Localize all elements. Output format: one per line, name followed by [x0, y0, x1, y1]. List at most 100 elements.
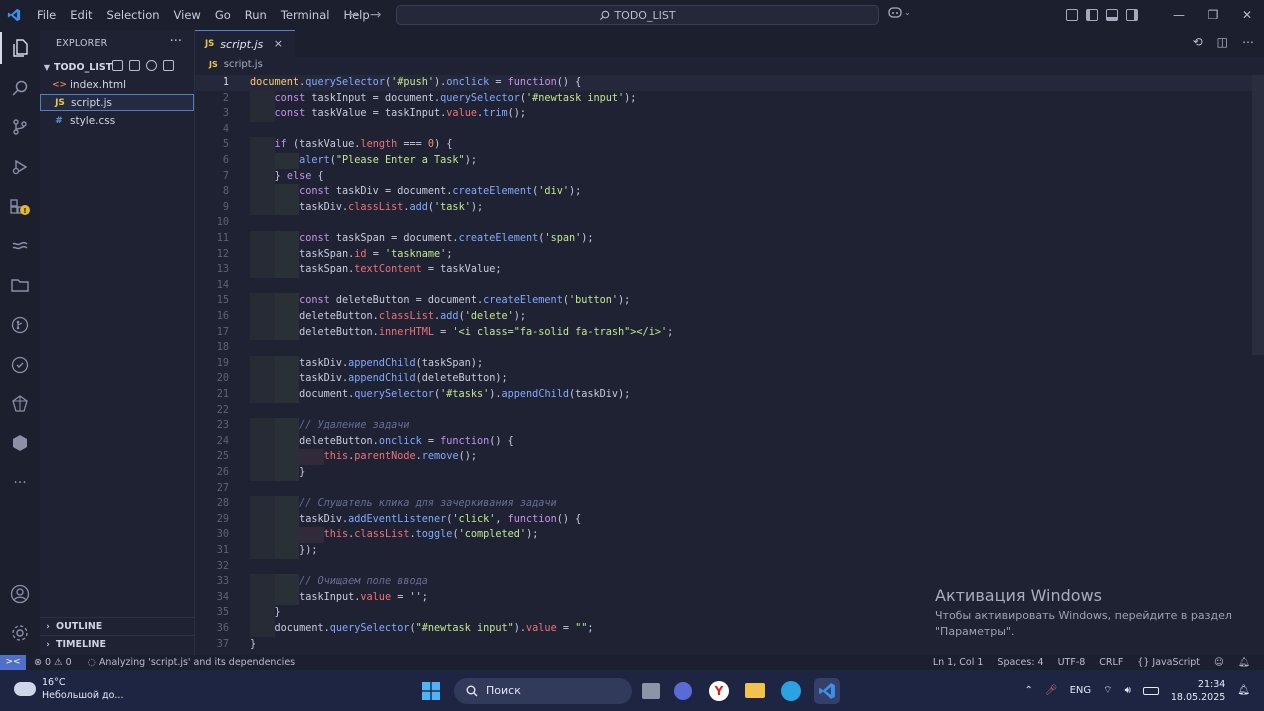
- code-line[interactable]: 9 taskDiv.classList.add('task');: [195, 199, 1264, 216]
- breadcrumb[interactable]: JS script.js: [209, 59, 263, 70]
- telegram-icon[interactable]: [778, 678, 804, 704]
- split-editor-icon[interactable]: ◫: [1217, 35, 1228, 49]
- code-line[interactable]: 15 const deleteButton = document.createE…: [195, 293, 1264, 309]
- workspace-folder[interactable]: ▼ TODO_LIST: [40, 58, 195, 76]
- code-line[interactable]: 4: [195, 122, 1264, 138]
- problems-count[interactable]: ⊗ 0 ⚠ 0: [34, 655, 72, 670]
- code-line[interactable]: 13 taskSpan.textContent = taskValue;: [195, 262, 1264, 278]
- microphone-icon[interactable]: 🎤︎: [1045, 685, 1058, 696]
- close-icon[interactable]: ✕: [1230, 8, 1264, 22]
- code-editor[interactable]: 1 document.querySelector('#push').onclick…: [195, 75, 1264, 655]
- more-icon[interactable]: ···: [0, 467, 40, 499]
- code-line[interactable]: 17 deleteButton.innerHTML = '<i class="f…: [195, 324, 1264, 341]
- remote-waves-icon[interactable]: [0, 230, 40, 262]
- code-line[interactable]: 2 const taskInput = document.querySelect…: [195, 90, 1264, 107]
- taskbar-search[interactable]: Поиск: [454, 677, 632, 704]
- toggle-panel-icon[interactable]: [1106, 9, 1118, 21]
- search-icon[interactable]: [0, 72, 40, 104]
- tab-script-js[interactable]: JS script.js ×: [195, 30, 295, 57]
- explorer-icon[interactable]: [0, 32, 40, 64]
- new-file-icon[interactable]: [112, 60, 123, 71]
- customize-layout-icon[interactable]: [1066, 9, 1078, 21]
- code-line[interactable]: 29 taskDiv.addEventListener('click', fun…: [195, 511, 1264, 528]
- menu-file[interactable]: File: [30, 0, 63, 30]
- menu-view[interactable]: View: [167, 0, 208, 30]
- menu-run[interactable]: Run: [238, 0, 274, 30]
- run-debug-icon[interactable]: [0, 151, 40, 183]
- task-view-icon[interactable]: [642, 682, 660, 699]
- copilot-icon[interactable]: ⌄: [888, 6, 911, 18]
- settings-gear-icon[interactable]: [0, 617, 40, 649]
- code-line[interactable]: 24 deleteButton.onclick = function() {: [195, 433, 1264, 450]
- code-line[interactable]: 16 deleteButton.classList.add('delete');: [195, 309, 1264, 325]
- code-line[interactable]: 12 taskSpan.id = 'taskname';: [195, 246, 1264, 263]
- code-line[interactable]: 19 taskDiv.appendChild(taskSpan);: [195, 355, 1264, 372]
- timeline-section[interactable]: › TIMELINE: [40, 635, 195, 653]
- file-explorer-icon[interactable]: [742, 678, 768, 704]
- volume-icon[interactable]: 🔊︎: [1125, 685, 1131, 696]
- forward-arrow-icon[interactable]: →: [370, 7, 382, 23]
- source-control-icon[interactable]: [0, 111, 40, 143]
- copilot-status-icon[interactable]: ☺: [1214, 655, 1224, 670]
- explorer-more-actions-icon[interactable]: ···: [170, 34, 182, 49]
- code-line[interactable]: 26 }: [195, 465, 1264, 481]
- file-index-html[interactable]: <> index.html: [40, 76, 195, 93]
- menu-go[interactable]: Go: [208, 0, 238, 30]
- code-line[interactable]: 30 this.classList.toggle('completed');: [195, 527, 1264, 543]
- code-line[interactable]: 6 alert("Please Enter a Task");: [195, 153, 1264, 169]
- restore-icon[interactable]: ❐: [1196, 8, 1230, 22]
- back-arrow-icon[interactable]: ←: [348, 7, 360, 23]
- wifi-icon[interactable]: ⌔: [1103, 684, 1112, 697]
- code-line[interactable]: 27: [195, 481, 1264, 497]
- toggle-primary-sidebar-icon[interactable]: [1086, 9, 1098, 21]
- code-line[interactable]: 31 });: [195, 543, 1264, 559]
- code-line[interactable]: 14: [195, 278, 1264, 294]
- code-line[interactable]: 23 // Удаление задачи: [195, 418, 1264, 434]
- windows-start-icon[interactable]: [418, 678, 444, 704]
- menu-edit[interactable]: Edit: [63, 0, 99, 30]
- minimize-icon[interactable]: —: [1162, 8, 1196, 22]
- code-line[interactable]: 10: [195, 215, 1264, 231]
- code-line[interactable]: 8 const taskDiv = document.createElement…: [195, 184, 1264, 200]
- yandex-browser-icon[interactable]: Y: [706, 678, 732, 704]
- command-center-search[interactable]: TODO_LIST: [396, 5, 879, 25]
- close-tab-icon[interactable]: ×: [274, 37, 283, 50]
- new-folder-icon[interactable]: [129, 60, 140, 71]
- remote-indicator[interactable]: ><: [0, 655, 26, 670]
- cursor-position[interactable]: Ln 1, Col 1: [933, 655, 984, 670]
- code-line[interactable]: 7 } else {: [195, 168, 1264, 185]
- menu-selection[interactable]: Selection: [100, 0, 167, 30]
- vscode-taskbar-icon[interactable]: [814, 677, 840, 704]
- video-app-icon[interactable]: [670, 678, 696, 704]
- battery-icon[interactable]: [1142, 686, 1159, 695]
- live-share-icon[interactable]: [0, 388, 40, 420]
- toggle-secondary-sidebar-icon[interactable]: [1126, 9, 1138, 21]
- code-line[interactable]: 20 taskDiv.appendChild(deleteButton);: [195, 371, 1264, 387]
- refresh-icon[interactable]: [146, 60, 157, 71]
- hexagon-extension-icon[interactable]: [0, 427, 40, 459]
- code-line[interactable]: 1 document.querySelector('#push').onclick…: [195, 75, 1264, 91]
- code-line[interactable]: 18: [195, 340, 1264, 356]
- code-line[interactable]: 25 this.parentNode.remove();: [195, 449, 1264, 465]
- tray-overflow-chevron-icon[interactable]: ⌃: [1025, 685, 1033, 696]
- clock[interactable]: 21:34 18.05.2025: [1171, 678, 1225, 704]
- code-line[interactable]: 21 document.querySelector('#tasks').appe…: [195, 387, 1264, 403]
- weather-widget[interactable]: 16°C Небольшой до...: [14, 676, 123, 702]
- file-style-css[interactable]: # style.css: [40, 112, 195, 129]
- code-line[interactable]: 32: [195, 559, 1264, 575]
- encoding[interactable]: UTF-8: [1058, 655, 1086, 670]
- code-line[interactable]: 11 const taskSpan = document.createEleme…: [195, 231, 1264, 247]
- notification-center-icon[interactable]: 🔔︎: [1237, 685, 1250, 696]
- editor-scrollbar[interactable]: [1252, 75, 1264, 355]
- code-line[interactable]: 28 // Слушатель клика для зачеркивания з…: [195, 496, 1264, 512]
- file-script-js[interactable]: JS script.js: [40, 94, 194, 111]
- outline-section[interactable]: › OUTLINE: [40, 617, 195, 635]
- end-of-line[interactable]: CRLF: [1099, 655, 1123, 670]
- accounts-icon[interactable]: [0, 578, 40, 610]
- code-line[interactable]: 3 const taskValue = taskInput.value.trim…: [195, 106, 1264, 122]
- folder-manager-icon[interactable]: [0, 269, 40, 301]
- notifications-bell-icon[interactable]: 🔔︎: [1238, 655, 1250, 670]
- code-line[interactable]: 22: [195, 403, 1264, 419]
- language-mode[interactable]: {} JavaScript: [1137, 655, 1200, 670]
- testing-icon[interactable]: [0, 349, 40, 381]
